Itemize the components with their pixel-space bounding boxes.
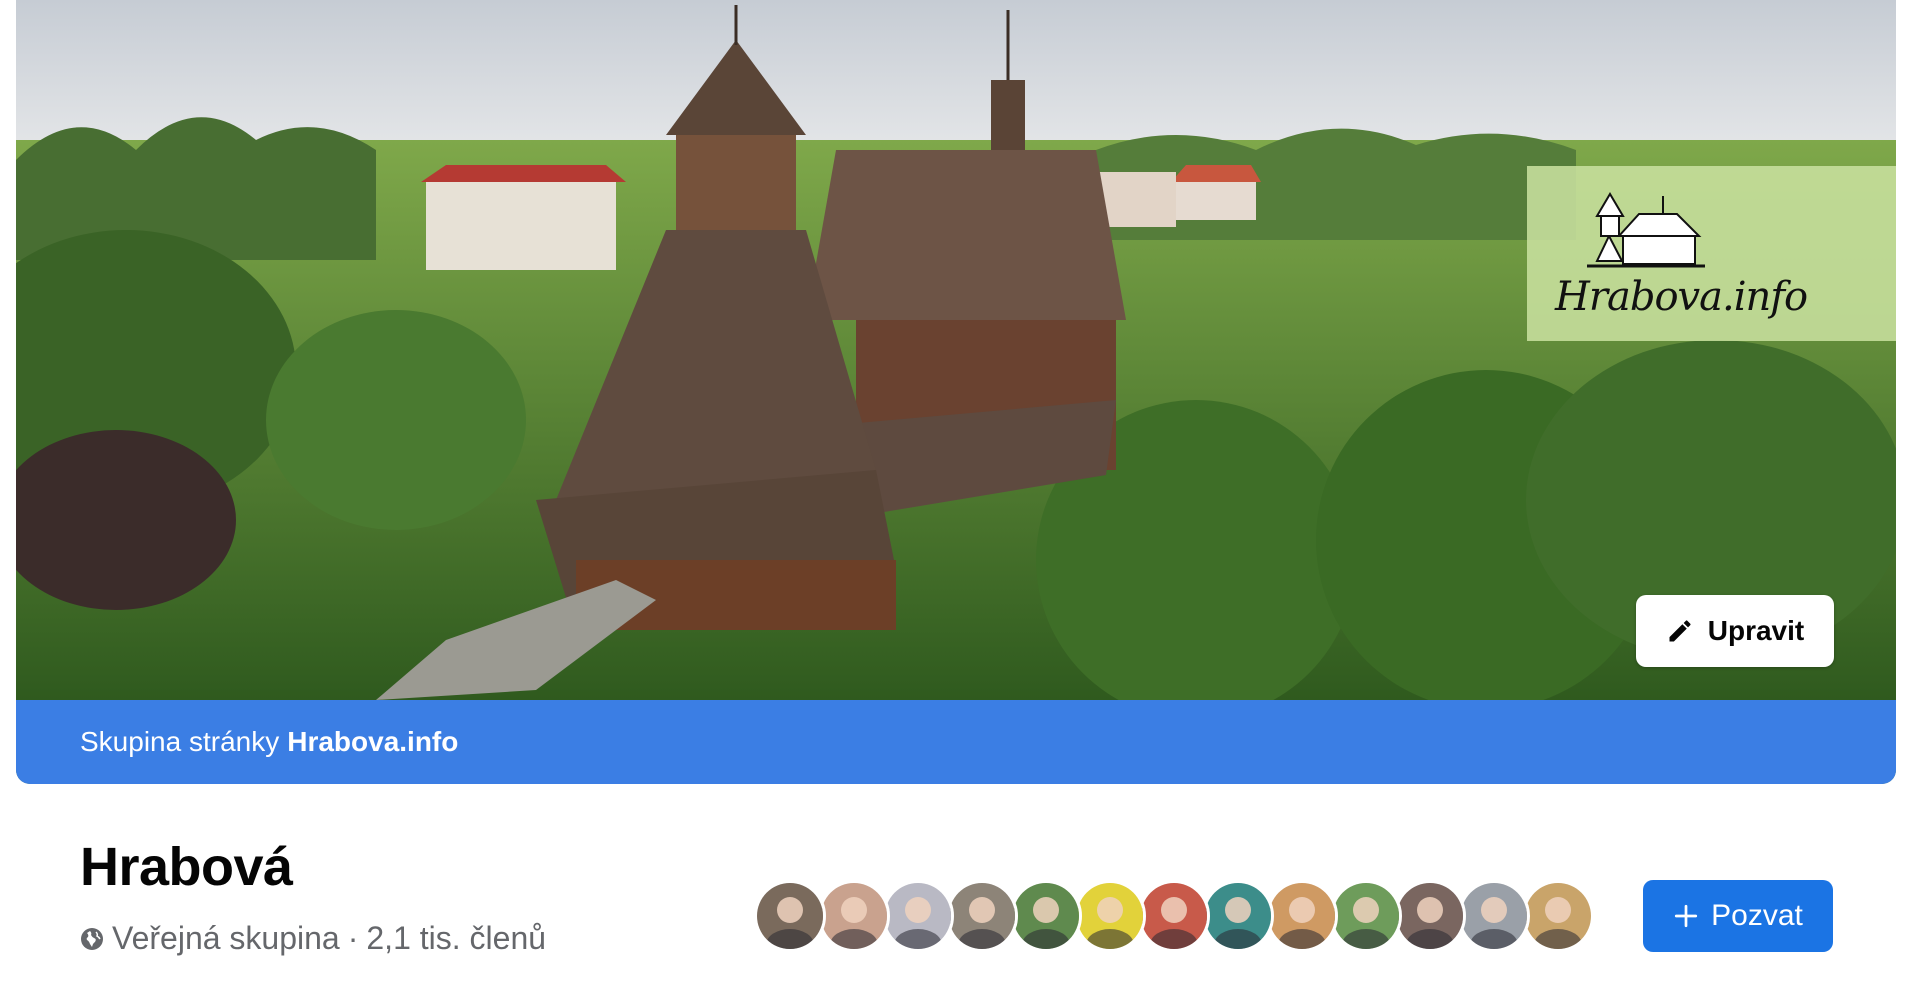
member-avatar[interactable] — [1458, 880, 1530, 952]
invite-button[interactable]: Pozvat — [1643, 880, 1833, 952]
group-title[interactable]: Hrabová — [80, 836, 293, 898]
member-avatar[interactable] — [1522, 880, 1594, 952]
person-avatar-icon — [757, 883, 823, 949]
banner-prefix: Skupina stránky — [80, 726, 280, 757]
member-avatar[interactable] — [882, 880, 954, 952]
person-avatar-icon — [1333, 883, 1399, 949]
person-avatar-icon — [1461, 883, 1527, 949]
member-avatar[interactable] — [818, 880, 890, 952]
cover-area: Hrabova.info Upravit Skupina stránky Hra… — [16, 0, 1896, 784]
member-avatar[interactable] — [1394, 880, 1466, 952]
member-avatar[interactable] — [946, 880, 1018, 952]
member-avatar[interactable] — [1266, 880, 1338, 952]
pencil-icon — [1669, 620, 1691, 642]
person-avatar-icon — [1013, 883, 1079, 949]
person-avatar-icon — [1397, 883, 1463, 949]
member-avatar[interactable] — [1202, 880, 1274, 952]
group-privacy[interactable]: Veřejná skupina — [112, 920, 340, 957]
edit-cover-button[interactable]: Upravit — [1636, 595, 1834, 667]
person-avatar-icon — [949, 883, 1015, 949]
member-avatar[interactable] — [1138, 880, 1210, 952]
plus-icon — [1675, 904, 1698, 928]
member-avatar[interactable] — [754, 880, 826, 952]
member-avatar[interactable] — [1010, 880, 1082, 952]
person-avatar-icon — [1269, 883, 1335, 949]
group-page: Hrabova.info Upravit Skupina stránky Hra… — [0, 0, 1914, 1004]
meta-separator: · — [347, 920, 359, 956]
cover-banner: Skupina stránky Hrabova.info — [16, 700, 1896, 784]
banner-page-link[interactable]: Hrabova.info — [287, 726, 458, 758]
group-meta: Veřejná skupina · 2,1 tis. členů — [80, 920, 546, 957]
member-avatar[interactable] — [1330, 880, 1402, 952]
person-avatar-icon — [821, 883, 887, 949]
person-avatar-icon — [885, 883, 951, 949]
person-avatar-icon — [1205, 883, 1271, 949]
globe-icon — [81, 927, 103, 950]
member-avatars — [754, 880, 1594, 952]
logo-text: Hrabova.info — [1555, 274, 1808, 320]
cover-photo — [16, 0, 1896, 700]
member-count[interactable]: 2,1 tis. členů — [366, 920, 546, 957]
edit-cover-label: Upravit — [1707, 615, 1805, 646]
person-avatar-icon — [1525, 883, 1591, 949]
person-avatar-icon — [1077, 883, 1143, 949]
invite-label: Pozvat — [1711, 899, 1803, 932]
hrabova-logo: Hrabova.info — [1527, 166, 1896, 341]
member-avatar[interactable] — [1074, 880, 1146, 952]
person-avatar-icon — [1141, 883, 1207, 949]
